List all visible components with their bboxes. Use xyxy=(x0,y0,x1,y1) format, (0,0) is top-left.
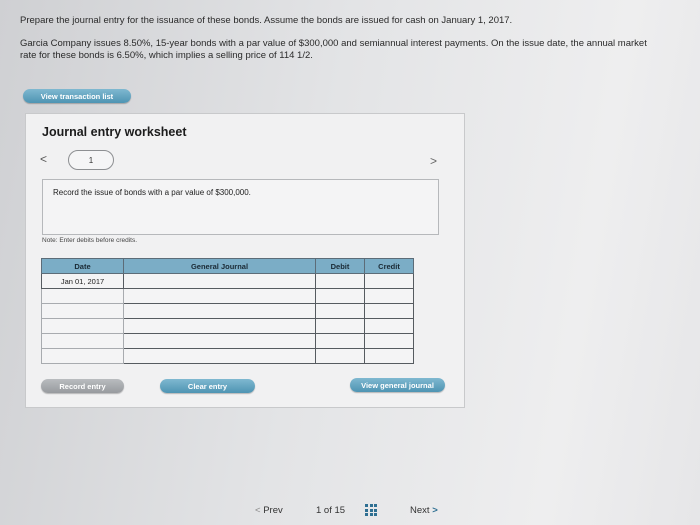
credit-cell[interactable] xyxy=(364,303,414,319)
clear-entry-button[interactable]: Clear entry xyxy=(160,379,255,393)
journal-table: Date General Journal Debit Credit Jan 01… xyxy=(41,258,414,364)
journal-entry-worksheet: Journal entry worksheet < 1 > Record the… xyxy=(25,113,465,408)
step-number: 1 xyxy=(88,155,94,165)
prompt-box: Record the issue of bonds with a par val… xyxy=(42,179,439,235)
instructions-line-1: Prepare the journal entry for the issuan… xyxy=(20,15,513,26)
prompt-text: Record the issue of bonds with a par val… xyxy=(53,188,251,197)
account-cell[interactable] xyxy=(123,288,316,304)
account-cell[interactable] xyxy=(123,273,316,289)
account-cell[interactable] xyxy=(123,348,316,364)
date-cell[interactable] xyxy=(41,348,124,364)
date-cell[interactable] xyxy=(41,318,124,334)
debit-cell[interactable] xyxy=(315,288,365,304)
view-transaction-list-button[interactable]: View transaction list xyxy=(23,89,131,103)
credit-cell[interactable] xyxy=(364,273,414,289)
previous-step-chevron-icon[interactable]: < xyxy=(40,152,47,166)
column-header-date: Date xyxy=(41,258,124,274)
column-header-general-journal: General Journal xyxy=(123,258,316,274)
debit-cell[interactable] xyxy=(315,318,365,334)
worksheet-title: Journal entry worksheet xyxy=(42,125,187,139)
note-text: Note: Enter debits before credits. xyxy=(42,237,138,244)
grid-icon[interactable] xyxy=(365,504,377,516)
table-row: Jan 01, 2017 xyxy=(41,273,414,289)
instructions-line-2: Garcia Company issues 8.50%, 15-year bon… xyxy=(20,38,647,61)
account-cell[interactable] xyxy=(123,303,316,319)
debit-cell[interactable] xyxy=(315,348,365,364)
step-1-indicator[interactable]: 1 xyxy=(68,150,114,170)
next-label: Next xyxy=(410,505,430,516)
date-cell[interactable] xyxy=(41,288,124,304)
date-cell[interactable] xyxy=(41,333,124,349)
prev-label: Prev xyxy=(263,505,283,516)
account-cell[interactable] xyxy=(123,333,316,349)
credit-cell[interactable] xyxy=(364,288,414,304)
debit-cell[interactable] xyxy=(315,303,365,319)
next-step-chevron-icon[interactable]: > xyxy=(430,154,437,168)
chevron-left-icon: < xyxy=(255,505,261,516)
page-indicator: 1 of 15 xyxy=(316,505,346,516)
column-header-debit: Debit xyxy=(315,258,365,274)
account-cell[interactable] xyxy=(123,318,316,334)
table-row xyxy=(41,288,414,304)
table-row xyxy=(41,348,414,364)
chevron-right-icon: > xyxy=(432,505,438,516)
date-cell[interactable]: Jan 01, 2017 xyxy=(41,273,124,289)
prev-page-button[interactable]: < Prev xyxy=(255,505,283,516)
journal-header-row: Date General Journal Debit Credit xyxy=(41,258,414,274)
table-row xyxy=(41,318,414,334)
credit-cell[interactable] xyxy=(364,318,414,334)
instructions: Prepare the journal entry for the issuan… xyxy=(20,15,660,62)
record-entry-button[interactable]: Record entry xyxy=(41,379,124,393)
debit-cell[interactable] xyxy=(315,273,365,289)
credit-cell[interactable] xyxy=(364,333,414,349)
next-page-button[interactable]: Next > xyxy=(410,505,438,516)
table-row xyxy=(41,333,414,349)
credit-cell[interactable] xyxy=(364,348,414,364)
debit-cell[interactable] xyxy=(315,333,365,349)
date-cell[interactable] xyxy=(41,303,124,319)
view-general-journal-button[interactable]: View general journal xyxy=(350,378,445,392)
column-header-credit: Credit xyxy=(364,258,414,274)
table-row xyxy=(41,303,414,319)
